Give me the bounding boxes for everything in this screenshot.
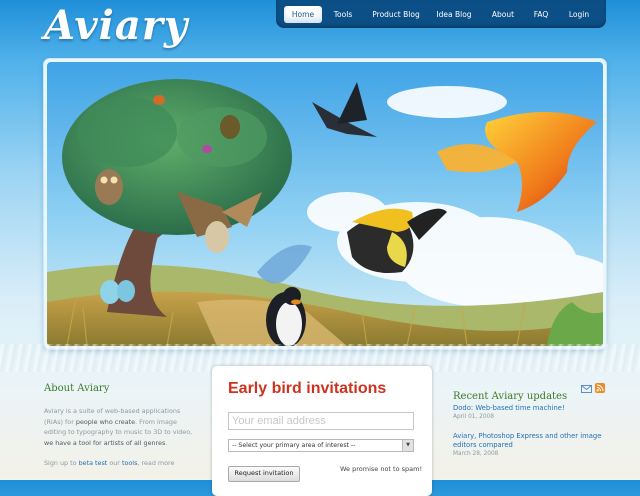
update-item: Aviary, Photoshop Express and other imag…: [453, 432, 613, 459]
update-date: April 01, 2008: [453, 414, 494, 420]
no-spam-note: We promise not to spam!: [340, 465, 423, 473]
rss-icon[interactable]: [595, 378, 605, 397]
nav-login[interactable]: Login: [564, 6, 594, 23]
nav-home[interactable]: Home: [284, 6, 322, 23]
update-item: Dodo: Web-based time machine! April 01, …: [453, 404, 613, 422]
about-line-5-suffix: , read more: [137, 459, 175, 468]
email-icon[interactable]: [581, 378, 592, 397]
recent-updates-section: Recent Aviary updates Dodo: Web-based ti…: [453, 383, 613, 469]
nav-about[interactable]: About: [486, 6, 520, 23]
about-line-4-suffix: .: [165, 438, 168, 447]
chevron-down-icon[interactable]: ▼: [402, 440, 413, 451]
main-nav: Home Tools Product Blog Idea Blog About …: [276, 0, 606, 28]
about-line-1: Aviary is a suite of web-based applicati…: [44, 407, 181, 416]
email-input[interactable]: Your email address: [228, 412, 414, 430]
update-link[interactable]: Aviary, Photoshop Express and other imag…: [453, 432, 613, 450]
nav-faq[interactable]: FAQ: [530, 6, 552, 23]
about-highlight-people: people who create: [75, 417, 136, 426]
tools-link[interactable]: tools: [122, 459, 137, 467]
hero-illustration: [47, 62, 603, 346]
nav-tools[interactable]: Tools: [328, 6, 358, 23]
aviary-logo[interactable]: Aviary: [44, 2, 188, 49]
interest-select-value: -- Select your primary area of interest …: [232, 442, 356, 449]
updates-header: Recent Aviary updates: [453, 383, 613, 402]
about-section: About Aviary Aviary is a suite of web-ba…: [44, 383, 204, 468]
about-line-2-prefix: (RIAs) for: [44, 417, 74, 426]
about-line-2: (RIAs) for people who create. From image: [44, 417, 204, 427]
invite-title: Early bird invitations: [228, 380, 387, 397]
nav-product-blog[interactable]: Product Blog: [368, 6, 424, 23]
about-line-5: Sign up to beta test our tools, read mor…: [44, 458, 204, 468]
about-line-2-suffix: . From image: [135, 417, 177, 426]
update-date: March 28, 2008: [453, 451, 499, 457]
about-title: About Aviary: [44, 383, 110, 394]
nav-idea-blog[interactable]: Idea Blog: [434, 6, 474, 23]
hero-banner-frame: [44, 59, 606, 349]
early-bird-invite-box: Early bird invitations Your email addres…: [212, 366, 432, 496]
about-line-5-mid: our: [109, 459, 120, 468]
updates-title: Recent Aviary updates: [453, 391, 568, 402]
update-link[interactable]: Dodo: Web-based time machine!: [453, 404, 613, 413]
interest-select[interactable]: -- Select your primary area of interest …: [228, 439, 414, 452]
about-line-4: we have a tool for artists of all genres…: [44, 438, 204, 448]
beta-test-link[interactable]: beta test: [79, 459, 108, 467]
about-highlight-artists: we have a tool for artists of all genres: [44, 438, 166, 447]
about-line-3: editing to typography to music to 3D to …: [44, 428, 193, 437]
about-line-5-prefix: Sign up to: [44, 459, 77, 468]
